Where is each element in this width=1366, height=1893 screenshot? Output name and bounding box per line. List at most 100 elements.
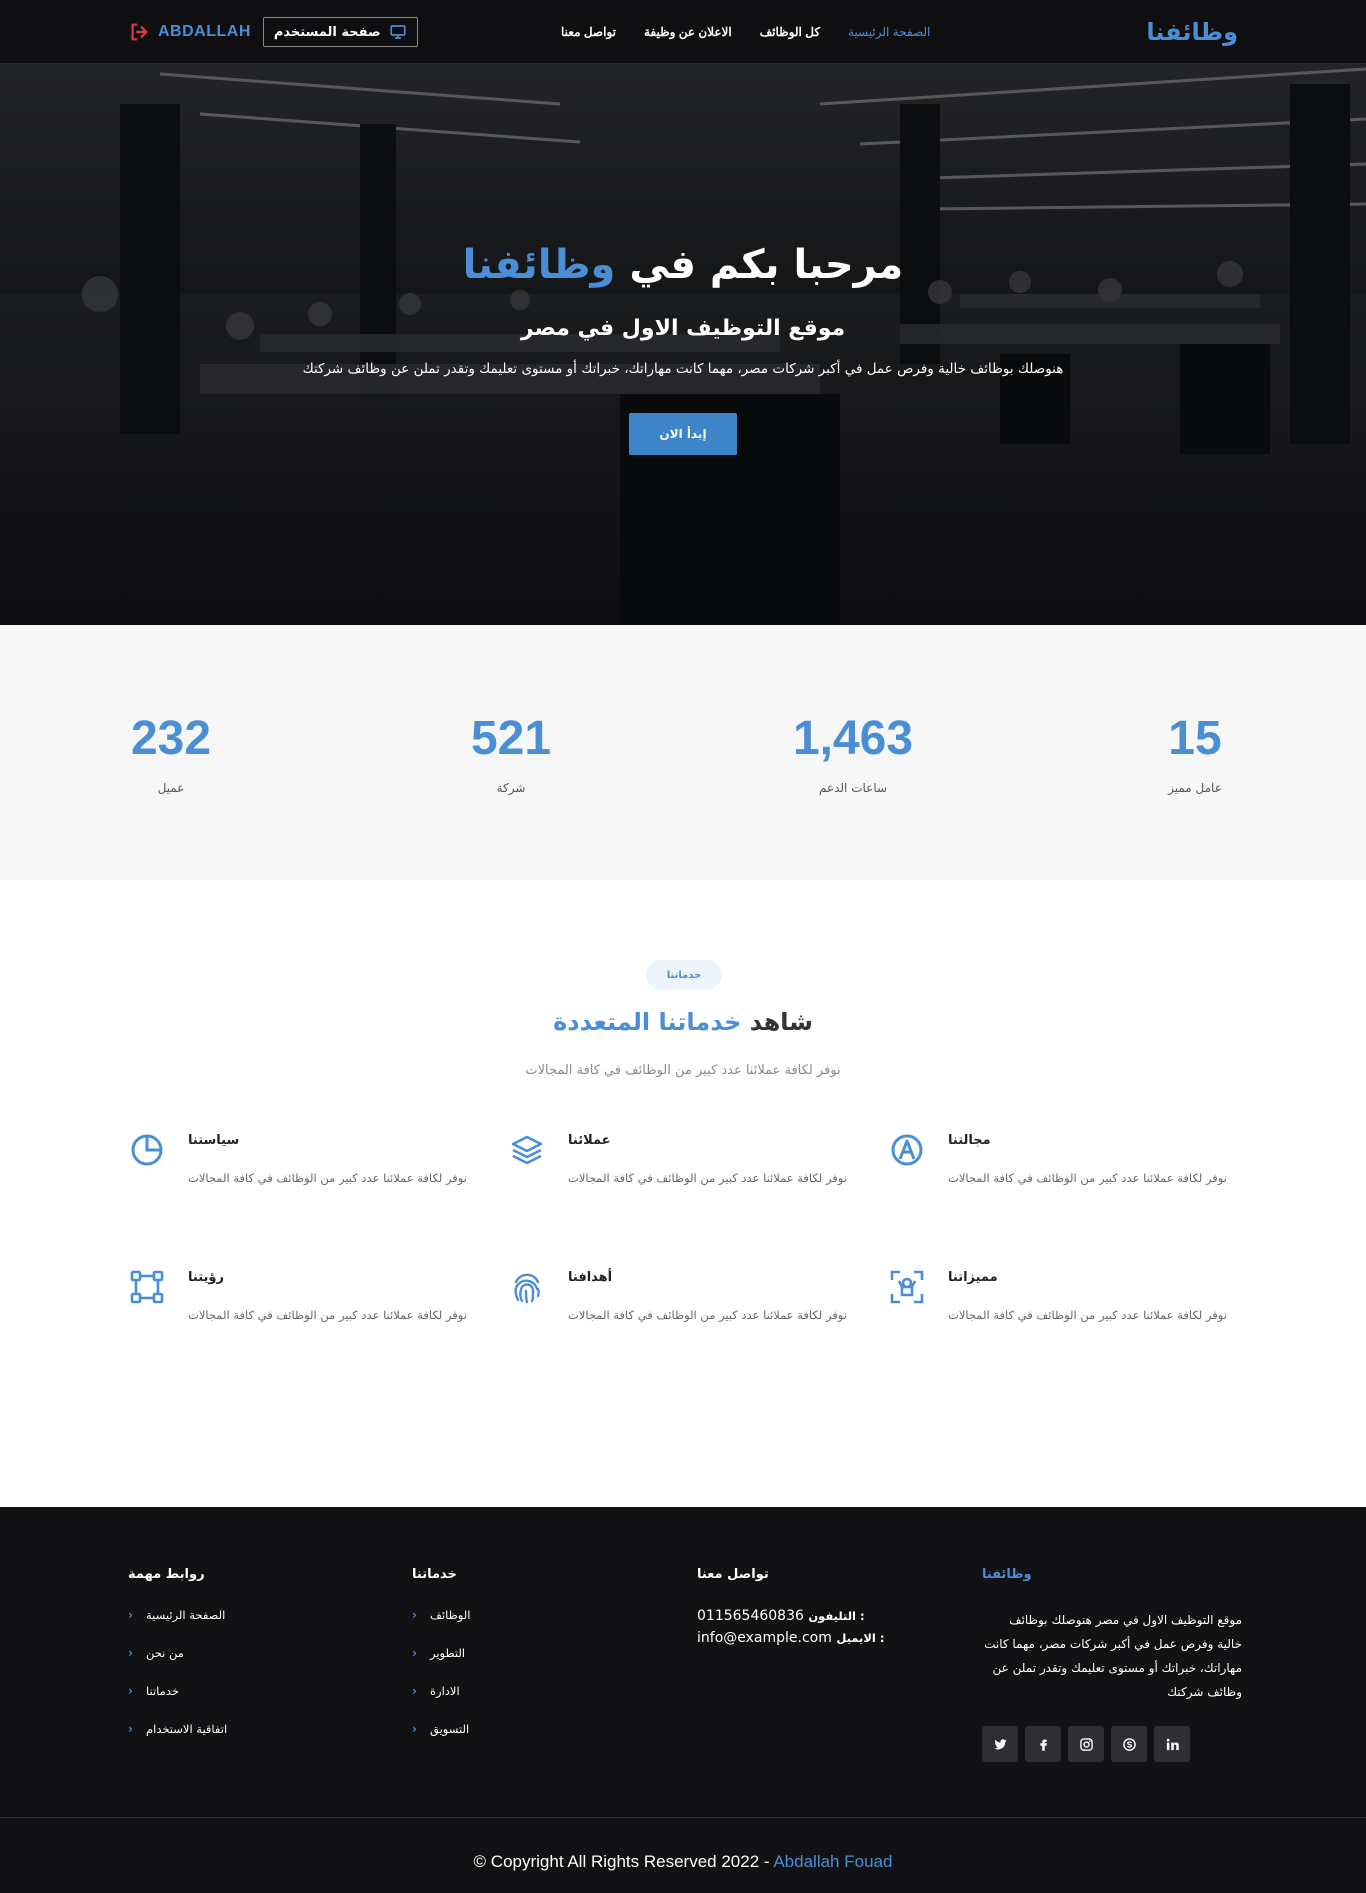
services-subtitle: نوفر لكافة عملائنا عدد كبير من الوظائف ف… — [525, 1063, 841, 1078]
footer-link-label: خدماتنا — [146, 1684, 179, 1698]
instagram-icon[interactable] — [1068, 1726, 1104, 1762]
footer: روابط مهمة › الصفحة الرئيسية › من نحن › خدم… — [0, 1507, 1366, 1893]
user-page-button[interactable]: صفحة المستخدم — [262, 17, 418, 47]
copyright-text: © Copyright All Rights Reserved 2022 - — [473, 1852, 770, 1871]
services-pill: خدماتنا — [646, 960, 722, 990]
social-links — [982, 1726, 1242, 1762]
chevron-right-icon: › — [128, 1646, 133, 1660]
linkedin-icon[interactable] — [1154, 1726, 1190, 1762]
footer-link-home[interactable]: › الصفحة الرئيسية — [128, 1608, 348, 1622]
chevron-right-icon: › — [412, 1646, 417, 1660]
phone-value[interactable]: 011565460836 — [697, 1608, 804, 1624]
stat-label: شركة — [496, 781, 526, 795]
service-description: نوفر لكافة عملائنا عدد كبير من الوظائف ف… — [948, 1171, 1227, 1185]
stat-companies: 521 شركة — [466, 715, 556, 796]
hero-title: مرحبا بكم في وظائفنا — [0, 242, 1366, 288]
sign-out-icon[interactable] — [128, 21, 150, 43]
footer-link-about[interactable]: › من نحن — [128, 1646, 348, 1660]
service-name: أهدافنا — [568, 1270, 613, 1285]
copyright-author-link[interactable]: Abdallah Fouad — [773, 1852, 892, 1871]
footer-link-label: من نحن — [146, 1646, 184, 1660]
footer-divider — [0, 1817, 1366, 1818]
hero-title-prefix: مرحبا بكم في — [629, 242, 904, 288]
menu-all-jobs[interactable]: كل الوظائف — [760, 25, 820, 39]
service-card-vision: رؤيتنا نوفر لكافة عملائنا عدد كبير من ال… — [130, 1270, 467, 1350]
chevron-right-icon: › — [128, 1608, 133, 1622]
chevron-right-icon: › — [412, 1684, 417, 1698]
user-focus-icon — [890, 1270, 924, 1304]
footer-link-label: الادارة — [430, 1684, 460, 1698]
user-page-label: صفحة المستخدم — [273, 24, 381, 40]
footer-brand: وظائفنا — [982, 1567, 1032, 1582]
footer-links-title: روابط مهمة — [128, 1567, 205, 1582]
footer-email: info@example.com الايميل : — [697, 1630, 947, 1646]
username[interactable]: ABDALLAH — [158, 23, 251, 41]
footer-service-management[interactable]: › الادارة — [412, 1684, 632, 1698]
footer-service-development[interactable]: › التطوير — [412, 1646, 632, 1660]
stat-label: عميل — [157, 781, 185, 795]
hero-title-accent: وظائفنا — [462, 242, 616, 288]
footer-links-column: روابط مهمة › الصفحة الرئيسية › من نحن › خدم… — [128, 1567, 348, 1736]
footer-phone: 011565460836 التليفون : — [697, 1608, 947, 1624]
vector-square-icon — [130, 1270, 164, 1304]
stat-value: 1,463 — [792, 712, 914, 765]
service-description: نوفر لكافة عملائنا عدد كبير من الوظائف ف… — [568, 1308, 847, 1322]
service-name: مميزاتنا — [948, 1270, 998, 1285]
stats-section: 232 عميل 521 شركة 1,463 ساعات الدعم 15 ع… — [0, 625, 1366, 880]
service-card-goals: أهدافنا نوفر لكافة عملائنا عدد كبير من ا… — [510, 1270, 847, 1350]
service-card-fields: مجالتنا نوفر لكافة عملائنا عدد كبير من ا… — [890, 1133, 1227, 1213]
services-title-accent: خدماتنا المتعددة — [553, 1008, 742, 1036]
nav-user-area: ABDALLAH صفحة المستخدم — [128, 17, 422, 47]
footer-link-services[interactable]: › خدماتنا — [128, 1684, 348, 1698]
pen-nib-circle-icon — [890, 1133, 924, 1167]
stat-value: 15 — [1168, 712, 1222, 765]
footer-link-label: الصفحة الرئيسية — [146, 1608, 226, 1622]
footer-link-terms[interactable]: › اتفاقية الاستخدام — [128, 1722, 348, 1736]
menu-home[interactable]: الصفحة الرئيسية — [848, 25, 930, 39]
chevron-right-icon: › — [128, 1722, 133, 1736]
logout-link[interactable]: ABDALLAH — [128, 21, 251, 43]
facebook-icon[interactable] — [1025, 1726, 1061, 1762]
services-title: شاهد خدماتنا المتعددة — [0, 1008, 1366, 1036]
footer-contact-title: تواصل معنا — [697, 1567, 769, 1582]
service-description: نوفر لكافة عملائنا عدد كبير من الوظائف ف… — [948, 1308, 1227, 1322]
twitter-icon[interactable] — [982, 1726, 1018, 1762]
hero-overlay — [0, 64, 1366, 625]
footer-about-column: وظائفنا موقع التوظيف الاول في مصر هنوصلك… — [982, 1567, 1242, 1762]
monitor-icon — [389, 23, 407, 41]
brand-logo[interactable]: وظائفنا — [1146, 18, 1238, 46]
hero-description: هنوصلك بوظائف خالية وفرص عمل في أكبر شرك… — [302, 361, 1064, 377]
footer-contact-column: تواصل معنا 011565460836 التليفون : info@… — [697, 1567, 947, 1646]
service-name: مجالتنا — [948, 1133, 991, 1148]
service-card-features: مميزاتنا نوفر لكافة عملائنا عدد كبير من … — [890, 1270, 1227, 1350]
email-label: الايميل : — [836, 1631, 885, 1645]
layers-icon — [510, 1133, 544, 1167]
chevron-right-icon: › — [412, 1722, 417, 1736]
stat-workers: 15 عامل مميز — [1164, 712, 1226, 796]
service-name: رؤيتنا — [188, 1270, 224, 1285]
footer-link-label: التسويق — [430, 1722, 470, 1736]
skype-icon[interactable] — [1111, 1726, 1147, 1762]
start-now-button[interactable]: إبدأ الان — [629, 413, 737, 455]
email-value[interactable]: info@example.com — [697, 1630, 832, 1646]
footer-about-text: موقع التوظيف الاول في مصر هنوصلك بوظائف … — [984, 1613, 1242, 1699]
stat-label: عامل مميز — [1168, 781, 1222, 795]
service-description: نوفر لكافة عملائنا عدد كبير من الوظائف ف… — [188, 1308, 467, 1322]
footer-services-column: خدماتنا › الوظائف › التطوير › الادارة › التس… — [412, 1567, 632, 1736]
navbar: ABDALLAH صفحة المستخدم تواصل معنا الاعلا… — [0, 0, 1366, 64]
menu-post-job[interactable]: الاعلان عن وظيفة — [644, 25, 732, 39]
copyright: © Copyright All Rights Reserved 2022 - A… — [0, 1852, 1366, 1872]
service-name: عملائنا — [568, 1133, 611, 1148]
service-card-policy: سياستنا نوفر لكافة عملائنا عدد كبير من ا… — [130, 1133, 467, 1213]
main-menu: تواصل معنا الاعلان عن وظيفة كل الوظائف ا… — [561, 0, 930, 64]
footer-link-label: الوظائف — [430, 1608, 471, 1622]
footer-service-marketing[interactable]: › التسويق — [412, 1722, 632, 1736]
service-description: نوفر لكافة عملائنا عدد كبير من الوظائف ف… — [188, 1171, 467, 1185]
service-name: سياستنا — [188, 1133, 240, 1148]
stat-label: ساعات الدعم — [818, 781, 888, 795]
services-title-prefix: شاهد — [749, 1008, 813, 1036]
chevron-right-icon: › — [128, 1684, 133, 1698]
footer-service-jobs[interactable]: › الوظائف — [412, 1608, 632, 1622]
stat-value: 232 — [130, 712, 212, 765]
menu-contact[interactable]: تواصل معنا — [561, 25, 616, 39]
